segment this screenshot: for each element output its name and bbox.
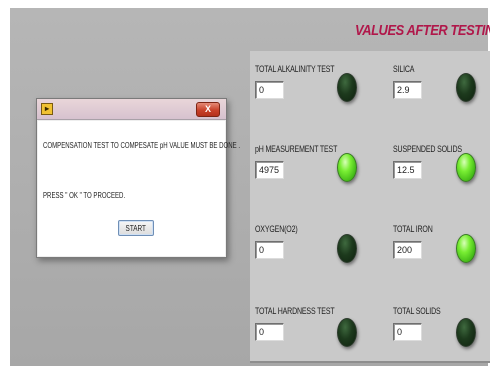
dialog-titlebar[interactable]: ▸ X (37, 99, 226, 120)
indicator-led-off (337, 234, 357, 263)
front-panel: VALUES AFTER TESTING TOTAL ALKALINITY TE… (10, 8, 490, 366)
test-value-display[interactable]: 200 (393, 241, 422, 259)
test-label: SILICA (393, 64, 415, 74)
dialog-close-button[interactable]: X (196, 102, 220, 117)
indicator-led-off (337, 73, 357, 102)
test-value-display[interactable]: 0 (255, 81, 284, 99)
test-value-display[interactable]: 2.9 (393, 81, 422, 99)
test-label: SUSPENDED SOLIDS (393, 144, 462, 154)
test-label: TOTAL HARDNESS TEST (255, 306, 335, 316)
test-value-display[interactable]: 0 (255, 323, 284, 341)
test-value-display[interactable]: 12.5 (393, 161, 422, 179)
start-button-label: START (125, 224, 147, 233)
indicator-led-on (456, 234, 476, 263)
test-value-display[interactable]: 0 (255, 241, 284, 259)
application-icon: ▸ (41, 103, 53, 115)
start-button[interactable]: START (118, 220, 154, 236)
compensation-dialog: ▸ X COMPENSATION TEST TO COMPESATE pH VA… (36, 98, 240, 258)
indicator-led-on (456, 153, 476, 182)
test-label: TOTAL ALKALINITY TEST (255, 64, 335, 74)
dialog-body: COMPENSATION TEST TO COMPESATE pH VALUE … (38, 121, 240, 256)
test-results-area: TOTAL ALKALINITY TEST 0 SILICA 2.9 pH ME… (250, 51, 490, 363)
test-label: pH MEASUREMENT TEST (255, 144, 338, 154)
indicator-led-off (456, 318, 476, 347)
panel-title: VALUES AFTER TESTING (355, 22, 490, 39)
dialog-message: COMPENSATION TEST TO COMPESATE pH VALUE … (43, 141, 241, 150)
test-value-display[interactable]: 0 (393, 323, 422, 341)
test-label: TOTAL SOLIDS (393, 306, 441, 316)
test-value-display[interactable]: 4975 (255, 161, 284, 179)
test-label: TOTAL IRON (393, 224, 433, 234)
indicator-led-on (337, 153, 357, 182)
indicator-led-off (456, 73, 476, 102)
dialog-instruction: PRESS " OK " TO PROCEED. (43, 191, 126, 200)
test-label: OXYGEN(O2) (255, 224, 298, 234)
indicator-led-off (337, 318, 357, 347)
